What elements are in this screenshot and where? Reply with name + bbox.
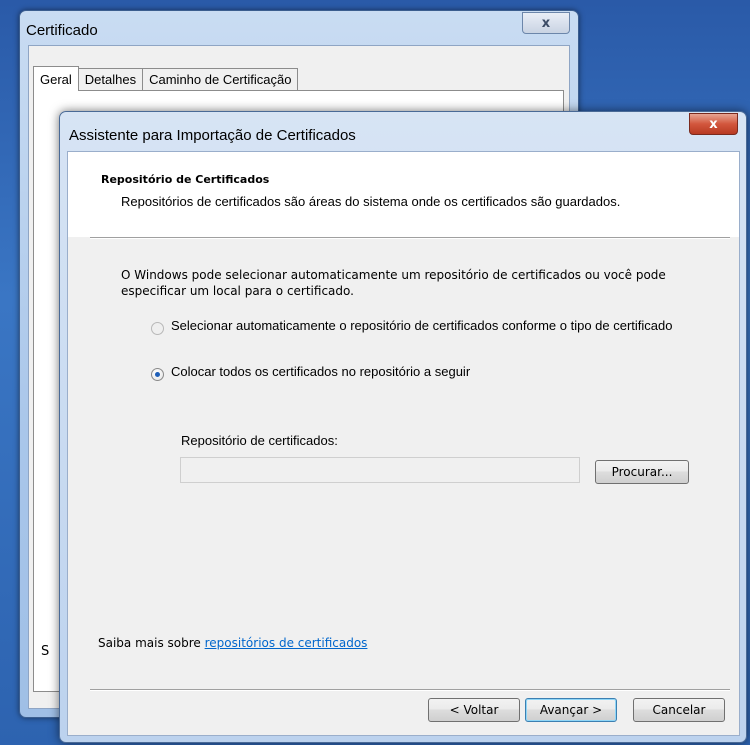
learn-more-prefix: Saiba mais sobre xyxy=(98,636,205,650)
tab-detalhes[interactable]: Detalhes xyxy=(77,68,144,91)
close-icon: x xyxy=(541,15,551,31)
radio-auto-select[interactable] xyxy=(151,322,164,335)
option-auto-select-label: Selecionar automaticamente o repositório… xyxy=(171,318,673,333)
store-field-label: Repositório de certificados: xyxy=(181,433,338,448)
close-icon: x xyxy=(709,116,718,132)
wizard-body: Repositório de Certificados Repositórios… xyxy=(67,151,740,736)
next-button[interactable]: Avançar > xyxy=(525,698,617,722)
option-place-all-label: Colocar todos os certificados no reposit… xyxy=(171,364,471,379)
browse-button[interactable]: Procurar... xyxy=(595,460,689,484)
wizard-close-button[interactable]: x xyxy=(689,113,738,135)
tab-geral[interactable]: Geral xyxy=(33,66,79,91)
import-wizard-dialog: Assistente para Importação de Certificad… xyxy=(59,111,747,743)
option-place-all: Colocar todos os certificados no reposit… xyxy=(151,364,470,381)
cancel-button[interactable]: Cancelar xyxy=(633,698,725,722)
store-description: O Windows pode selecionar automaticament… xyxy=(121,268,666,298)
certificate-close-button[interactable]: x xyxy=(522,12,570,34)
wizard-title: Assistente para Importação de Certificad… xyxy=(69,127,356,144)
obscured-text: S xyxy=(41,644,50,659)
footer-divider xyxy=(90,689,730,691)
learn-more: Saiba mais sobre repositórios de certifi… xyxy=(98,636,367,650)
certificate-window-title: Certificado xyxy=(26,22,98,39)
learn-more-link[interactable]: repositórios de certificados xyxy=(205,636,368,650)
tab-caminho-certificacao[interactable]: Caminho de Certificação xyxy=(142,68,299,91)
store-field xyxy=(180,457,580,483)
radio-place-all[interactable] xyxy=(151,368,164,381)
option-auto-select: Selecionar automaticamente o repositório… xyxy=(151,318,691,335)
certificate-tabs: Geral Detalhes Caminho de Certificação xyxy=(33,66,299,91)
back-button[interactable]: < Voltar xyxy=(428,698,520,722)
wizard-content: O Windows pode selecionar automaticament… xyxy=(68,152,739,735)
